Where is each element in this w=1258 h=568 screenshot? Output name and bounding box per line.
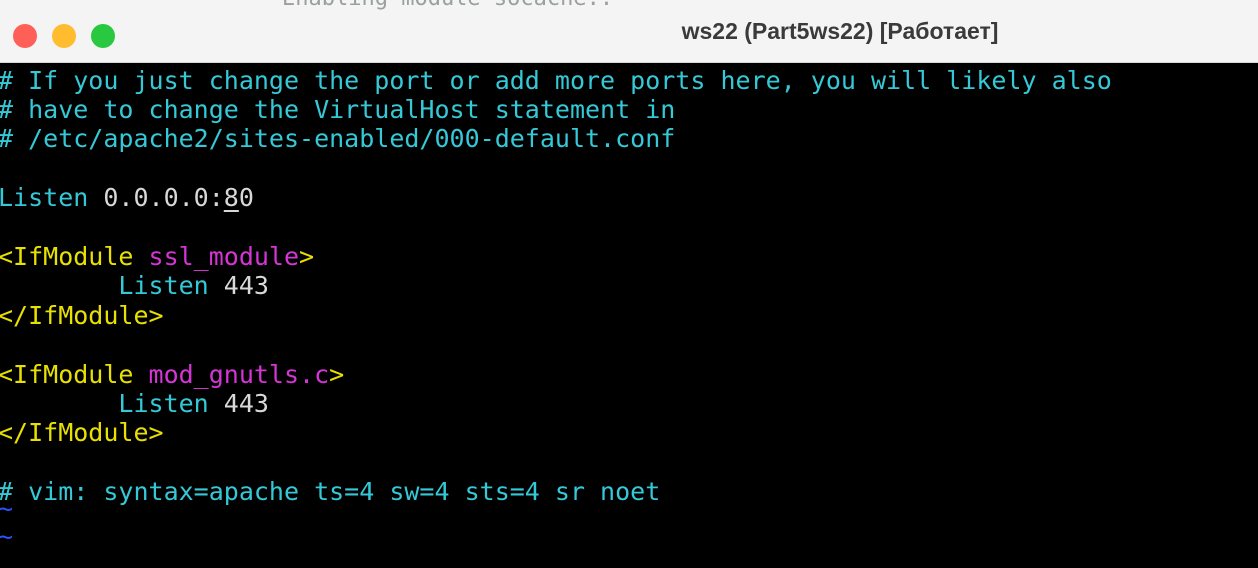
terminal-screen[interactable]: # If you just change the port or add mor… xyxy=(0,63,1258,568)
terminal-line: ~ xyxy=(0,522,13,552)
terminal-line: </IfModule> xyxy=(0,301,164,331)
terminal-line: <IfModule ssl_module> xyxy=(0,242,314,272)
terminal-line: # have to change the VirtualHost stateme… xyxy=(0,95,675,125)
terminal-cursor: 8 xyxy=(223,183,239,212)
terminal-line: </IfModule> xyxy=(0,418,164,448)
terminal-text: ~ xyxy=(0,494,14,523)
terminal-line: # /etc/apache2/sites-enabled/000-default… xyxy=(0,124,675,154)
terminal-line: <IfModule mod_gnutls.c> xyxy=(0,360,344,390)
terminal-text: <IfModule xyxy=(0,242,149,271)
terminal-text: 443 xyxy=(223,389,269,418)
scrolled-terminal-text: Enabling module socache.. xyxy=(282,0,613,11)
terminal-line: Listen 443 xyxy=(0,389,269,419)
terminal-text: > xyxy=(299,242,315,271)
terminal-text: 443 xyxy=(223,271,269,300)
terminal-line: Listen 0.0.0.0:80 xyxy=(0,183,254,213)
terminal-text: mod_gnutls.c xyxy=(148,360,330,389)
window-title: ws22 (Part5ws22) [Работает] xyxy=(681,18,999,44)
terminal-text: <IfModule xyxy=(0,360,149,389)
vm-window: Enabling module socache.. ws22 (Part5ws2… xyxy=(0,0,1258,568)
terminal-text: # If you just change the port or add mor… xyxy=(0,66,1112,95)
terminal-text: > xyxy=(329,360,345,389)
terminal-text: # vim: syntax=apache ts=4 sw=4 sts=4 sr … xyxy=(0,477,661,506)
window-titlebar[interactable]: Enabling module socache.. ws22 (Part5ws2… xyxy=(0,0,1258,63)
terminal-text: Listen xyxy=(0,183,104,212)
terminal-text: </IfModule> xyxy=(0,301,164,330)
terminal-text: 0 xyxy=(238,183,254,212)
terminal-text: # have to change the VirtualHost stateme… xyxy=(0,95,676,124)
terminal-text: ~ xyxy=(0,522,14,551)
terminal-text: </IfModule> xyxy=(0,418,164,447)
terminal-line: ~ xyxy=(0,494,13,524)
terminal-line: Listen 443 xyxy=(0,271,269,301)
terminal-text: Listen xyxy=(0,271,224,300)
terminal-text: Listen xyxy=(0,389,224,418)
terminal-line: # If you just change the port or add mor… xyxy=(0,66,1112,96)
terminal-text: # /etc/apache2/sites-enabled/000-default… xyxy=(0,124,676,153)
terminal-line: # vim: syntax=apache ts=4 sw=4 sts=4 sr … xyxy=(0,477,660,507)
terminal-text: ssl_module xyxy=(148,242,300,271)
terminal-text: 0.0.0.0: xyxy=(103,183,224,212)
